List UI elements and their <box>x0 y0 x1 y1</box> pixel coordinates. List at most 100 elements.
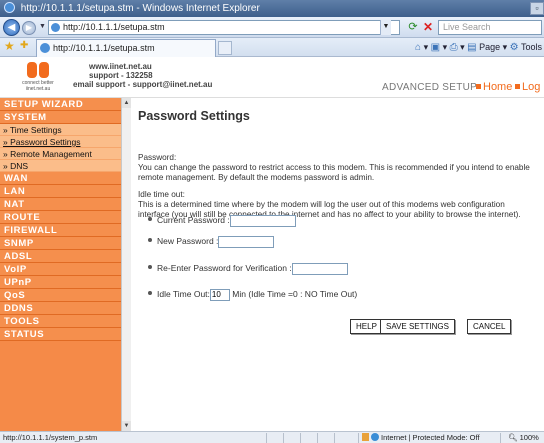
new-password-row: New Password : <box>148 234 275 248</box>
address-text: http://10.1.1.1/setupa.stm <box>63 22 165 32</box>
cancel-button[interactable]: CANCEL <box>467 319 512 334</box>
page-title: Password Settings <box>138 109 250 123</box>
sidebar-item-route[interactable]: ROUTE <box>0 211 121 224</box>
stop-icon[interactable]: ✕ <box>421 20 435 35</box>
add-favorite-icon[interactable]: ✚ <box>20 40 28 51</box>
tab-setup-page[interactable]: http://10.1.1.1/setupa.stm <box>36 39 216 57</box>
logo-sub: iinet.net.au <box>25 86 51 92</box>
restore-window-button[interactable]: ▫ <box>530 2 544 15</box>
command-bar: ⌂ ▾ ▣ ▾ ⎙ ▾ ▤ Page ▾ ⚙ Tools <box>415 41 542 55</box>
password-heading: Password: <box>138 153 177 162</box>
tab-title: http://10.1.1.1/setupa.stm <box>53 43 155 53</box>
status-divider <box>266 433 267 443</box>
sidebar-scrollbar[interactable]: ▲ ▼ <box>121 98 131 431</box>
sidebar-item-voip[interactable]: VoIP <box>0 263 121 276</box>
home-link-label: Home <box>483 81 513 93</box>
home-icon[interactable]: ⌂ <box>415 41 421 55</box>
current-password-label: Current Password : <box>157 215 230 225</box>
logo-mark-right <box>39 62 49 78</box>
site-url: www.iinet.net.au <box>89 62 152 71</box>
sidebar-subitem-time-settings[interactable]: » Time Settings <box>0 124 121 136</box>
sidebar-item-ddns[interactable]: DDNS <box>0 302 121 315</box>
tab-toolbar: ★ ✚ http://10.1.1.1/setupa.stm ⌂ ▾ ▣ ▾ ⎙… <box>0 38 544 57</box>
iinet-logo: connect better iinet.net.au <box>18 62 58 96</box>
new-password-input[interactable] <box>218 235 275 248</box>
security-zone[interactable]: Internet | Protected Mode: Off <box>362 432 480 443</box>
logout-link[interactable]: Log <box>515 81 540 93</box>
support-phone: support - 132258 <box>89 71 153 80</box>
help-button[interactable]: HELP <box>350 319 383 334</box>
search-input[interactable]: Live Search <box>438 20 542 35</box>
home-bullet-icon <box>476 84 481 89</box>
idle-heading: Idle time out: <box>138 190 185 199</box>
status-divider <box>500 433 501 443</box>
sidebar-item-system[interactable]: SYSTEM <box>0 111 121 124</box>
tools-menu-icon: ⚙ <box>509 42 519 53</box>
protected-mode-icon <box>362 433 369 441</box>
address-bar[interactable]: http://10.1.1.1/setupa.stm <box>48 20 400 35</box>
logo-mark-left <box>27 62 37 78</box>
new-tab-button[interactable] <box>218 41 232 55</box>
sidebar-subitem-password-settings[interactable]: » Password Settings <box>0 136 121 148</box>
save-settings-button[interactable]: SAVE SETTINGS <box>380 319 455 334</box>
page-menu-icon: ▤ <box>467 42 477 53</box>
refresh-icon[interactable]: ⟳ <box>405 20 421 35</box>
sidebar-item-status[interactable]: STATUS <box>0 328 121 341</box>
idle-timeout-suffix: Min (Idle Time =0 : NO Time Out) <box>232 289 358 299</box>
idle-time-input[interactable] <box>209 288 230 301</box>
status-divider <box>300 433 301 443</box>
zoom-level[interactable]: 🔍︎ 100% <box>508 432 539 443</box>
sidebar-item-qos[interactable]: QoS <box>0 289 121 302</box>
reenter-password-row: Re-Enter Password for Verification : <box>148 261 348 275</box>
scroll-up-icon[interactable]: ▲ <box>122 98 131 108</box>
sidebar-item-tools[interactable]: TOOLS <box>0 315 121 328</box>
forward-button[interactable]: ▶ <box>22 21 36 35</box>
sidebar-item-setup-wizard[interactable]: SETUP WIZARD <box>0 98 121 111</box>
page-menu[interactable]: Page <box>479 42 500 52</box>
sidebar-item-lan[interactable]: LAN <box>0 185 121 198</box>
sidebar-item-snmp[interactable]: SNMP <box>0 237 121 250</box>
address-dropdown-icon[interactable]: ▼ <box>380 20 391 35</box>
scroll-down-icon[interactable]: ▼ <box>122 421 131 431</box>
address-toolbar: ◀ ▶ ▼ http://10.1.1.1/setupa.stm ▼ ⟳ ✕ L… <box>0 17 544 38</box>
security-zone-label: Internet | Protected Mode: Off <box>381 433 480 442</box>
sidebar-menu: SETUP WIZARD SYSTEM » Time Settings » Pa… <box>0 98 121 431</box>
contact-info: www.iinet.net.au support - 132258 email … <box>73 62 212 89</box>
sidebar-item-upnp[interactable]: UPnP <box>0 276 121 289</box>
logout-bullet-icon <box>515 84 520 89</box>
support-email: email support - support@iinet.net.au <box>73 80 213 89</box>
tools-menu[interactable]: Tools <box>521 42 542 52</box>
window-title: http://10.1.1.1/setupa.stm - Windows Int… <box>20 3 260 14</box>
sidebar-subitem-remote-management[interactable]: » Remote Management <box>0 148 121 160</box>
zoom-level-label: 100% <box>519 433 539 442</box>
bullet-icon <box>148 238 152 242</box>
current-password-input[interactable] <box>229 214 296 227</box>
window-title-bar: http://10.1.1.1/setupa.stm - Windows Int… <box>0 0 544 17</box>
back-button[interactable]: ◀ <box>3 19 20 36</box>
status-url: http://10.1.1.1/system_p.stm <box>3 433 98 442</box>
status-divider <box>283 433 284 443</box>
reenter-password-input[interactable] <box>291 262 348 275</box>
sidebar-item-firewall[interactable]: FIREWALL <box>0 224 121 237</box>
sidebar-item-wan[interactable]: WAN <box>0 172 121 185</box>
new-password-label: New Password : <box>157 236 219 246</box>
idle-timeout-row: Idle Time Out: Min (Idle Time =0 : NO Ti… <box>148 287 357 301</box>
logout-link-label: Log <box>522 81 541 93</box>
home-link[interactable]: Home <box>476 81 512 93</box>
favorites-star-icon[interactable]: ★ <box>4 39 15 53</box>
status-divider <box>358 433 359 443</box>
advanced-setup-label: ADVANCED SETUP <box>382 82 478 93</box>
bullet-icon <box>148 217 152 221</box>
feeds-icon[interactable]: ▣ <box>431 41 440 55</box>
internet-zone-icon <box>371 433 379 441</box>
search-placeholder: Live Search <box>443 22 491 32</box>
print-icon[interactable]: ⎙ <box>450 41 458 55</box>
ie-logo-icon <box>4 2 15 13</box>
sidebar-item-adsl[interactable]: ADSL <box>0 250 121 263</box>
sidebar-subitem-dns[interactable]: » DNS <box>0 160 121 172</box>
history-dropdown-icon[interactable]: ▼ <box>39 23 46 30</box>
sidebar-item-nat[interactable]: NAT <box>0 198 121 211</box>
page-icon <box>51 23 60 32</box>
main-content: Password Settings Password: You can chan… <box>131 98 544 431</box>
status-bar: http://10.1.1.1/system_p.stm Internet | … <box>0 431 544 443</box>
